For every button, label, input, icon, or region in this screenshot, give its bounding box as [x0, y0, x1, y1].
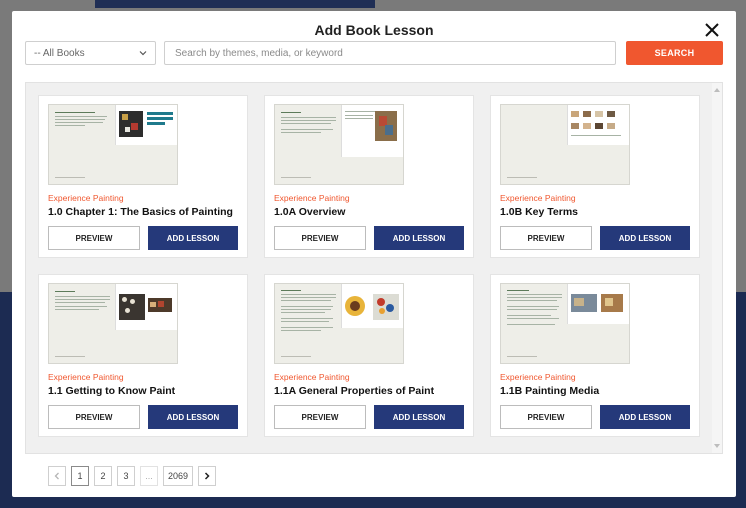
add-lesson-button[interactable]: ADD LESSON [374, 226, 464, 250]
lesson-category: Experience Painting [274, 372, 350, 382]
preview-button[interactable]: PREVIEW [500, 226, 592, 250]
add-lesson-button[interactable]: ADD LESSON [600, 226, 690, 250]
page-ellipsis: ... [140, 466, 158, 486]
prev-page-button[interactable] [48, 466, 66, 486]
books-dropdown[interactable]: -- All Books [25, 41, 156, 65]
lesson-category: Experience Painting [274, 193, 350, 203]
page-button-2[interactable]: 2 [94, 466, 112, 486]
preview-button[interactable]: PREVIEW [48, 226, 140, 250]
add-lesson-button[interactable]: ADD LESSON [600, 405, 690, 429]
pagination: 1 2 3 ... 2069 [48, 466, 217, 486]
lesson-card: Experience Painting 1.0B Key Terms PREVI… [490, 95, 700, 258]
lesson-thumbnail[interactable] [500, 283, 630, 364]
lesson-title: 1.1B Painting Media [500, 385, 600, 397]
lesson-card: Experience Painting 1.0A Overview PREVIE… [264, 95, 474, 258]
add-lesson-button[interactable]: ADD LESSON [148, 405, 238, 429]
lesson-card: Experience Painting 1.1 Getting to Know … [38, 274, 248, 437]
lesson-card: Experience Painting 1.0 Chapter 1: The B… [38, 95, 248, 258]
lesson-grid: Experience Painting 1.0 Chapter 1: The B… [25, 82, 723, 454]
lesson-title: 1.1 Getting to Know Paint [48, 385, 176, 397]
lesson-category: Experience Painting [500, 193, 576, 203]
lesson-card: Experience Painting 1.1B Painting Media … [490, 274, 700, 437]
lesson-thumbnail[interactable] [274, 104, 404, 185]
next-page-button[interactable] [198, 466, 217, 486]
page-button-3[interactable]: 3 [117, 466, 135, 486]
search-button[interactable]: SEARCH [626, 41, 723, 65]
modal-title: Add Book Lesson [314, 22, 434, 38]
lesson-thumbnail[interactable] [274, 283, 404, 364]
lesson-title: 1.0 Chapter 1: The Basics of Painting [48, 206, 233, 218]
page-button-last[interactable]: 2069 [163, 466, 194, 486]
add-lesson-button[interactable]: ADD LESSON [374, 405, 464, 429]
background-banner [95, 0, 375, 8]
scroll-down-arrow-icon[interactable] [714, 444, 720, 448]
lesson-card: Experience Painting 1.1A General Propert… [264, 274, 474, 437]
lesson-title: 1.1A General Properties of Paint [274, 385, 435, 397]
page-button-1[interactable]: 1 [71, 466, 89, 486]
preview-button[interactable]: PREVIEW [274, 226, 366, 250]
lesson-category: Experience Painting [500, 372, 576, 382]
scrollbar[interactable] [712, 83, 722, 453]
add-lesson-button[interactable]: ADD LESSON [148, 226, 238, 250]
preview-button[interactable]: PREVIEW [48, 405, 140, 429]
lesson-thumbnail[interactable] [48, 283, 178, 364]
search-input[interactable] [164, 41, 616, 65]
scroll-up-arrow-icon[interactable] [714, 88, 720, 92]
preview-button[interactable]: PREVIEW [500, 405, 592, 429]
lesson-category: Experience Painting [48, 193, 124, 203]
chevron-down-icon [139, 51, 147, 56]
lesson-title: 1.0A Overview [274, 206, 346, 218]
lesson-title: 1.0B Key Terms [500, 206, 579, 218]
books-dropdown-value: -- All Books [34, 47, 85, 59]
lesson-thumbnail[interactable] [48, 104, 178, 185]
lesson-category: Experience Painting [48, 372, 124, 382]
close-button[interactable] [702, 20, 722, 40]
chevron-right-icon [205, 472, 210, 480]
close-icon [705, 23, 719, 37]
preview-button[interactable]: PREVIEW [274, 405, 366, 429]
lesson-thumbnail[interactable] [500, 104, 630, 185]
chevron-left-icon [54, 472, 59, 480]
add-book-lesson-modal: Add Book Lesson -- All Books SEARCH [12, 11, 736, 497]
